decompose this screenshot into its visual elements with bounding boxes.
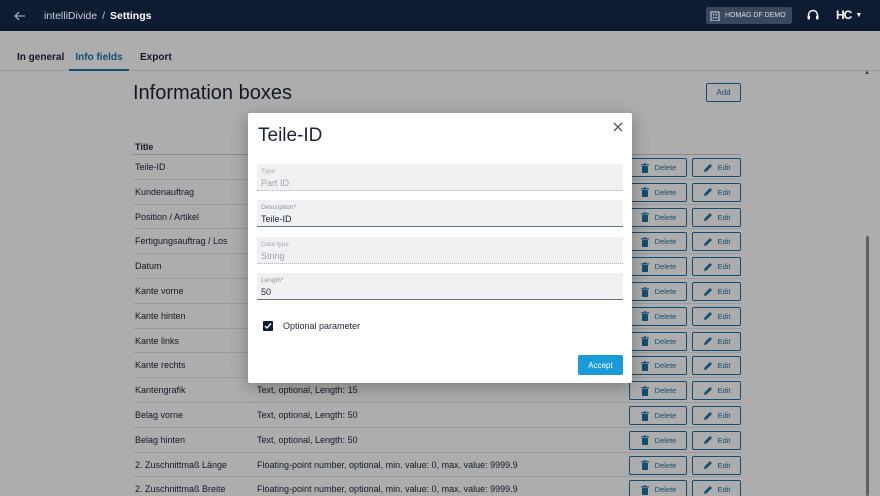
optional-parameter-checkbox[interactable] bbox=[263, 321, 273, 331]
optional-parameter-label[interactable]: Optional parameter bbox=[283, 321, 360, 331]
data-type-value: String bbox=[261, 251, 285, 261]
description-input[interactable] bbox=[261, 214, 611, 224]
type-value: Part ID bbox=[261, 178, 290, 188]
checkmark-icon bbox=[264, 323, 272, 330]
type-field: Type Part ID bbox=[257, 164, 623, 191]
tenant-selector[interactable]: HOMAG DF DEMO bbox=[706, 7, 792, 24]
length-field[interactable]: Length* bbox=[257, 273, 623, 300]
dialog-title: Teile-ID bbox=[258, 125, 323, 146]
top-bar: intelliDivide / Settings HOMAG DF DEMO H… bbox=[0, 0, 880, 31]
back-arrow-icon[interactable] bbox=[12, 8, 28, 24]
chevron-down-icon: ▼ bbox=[855, 11, 863, 19]
description-label: Description* bbox=[261, 204, 297, 211]
description-field[interactable]: Description* bbox=[257, 200, 623, 227]
data-type-label: Data type bbox=[261, 241, 289, 248]
page-title: Settings bbox=[110, 9, 152, 22]
tenant-name: HOMAG DF DEMO bbox=[725, 12, 786, 19]
type-label: Type bbox=[261, 168, 276, 175]
length-input[interactable] bbox=[261, 287, 611, 297]
support-headset-icon[interactable] bbox=[806, 8, 820, 22]
accept-button[interactable]: Accept bbox=[578, 355, 623, 375]
breadcrumb: intelliDivide / Settings bbox=[44, 10, 151, 22]
app-name[interactable]: intelliDivide bbox=[44, 10, 97, 22]
data-type-field: Data type String bbox=[257, 237, 623, 264]
close-icon[interactable] bbox=[612, 120, 624, 132]
user-menu[interactable]: HC ▼ bbox=[836, 8, 862, 22]
building-icon bbox=[710, 11, 720, 21]
length-label: Length* bbox=[261, 277, 284, 284]
brand-logo: HC bbox=[836, 8, 852, 22]
edit-info-field-dialog: Teile-ID Type Part ID Description* Data … bbox=[248, 113, 632, 383]
breadcrumb-separator: / bbox=[102, 9, 106, 22]
